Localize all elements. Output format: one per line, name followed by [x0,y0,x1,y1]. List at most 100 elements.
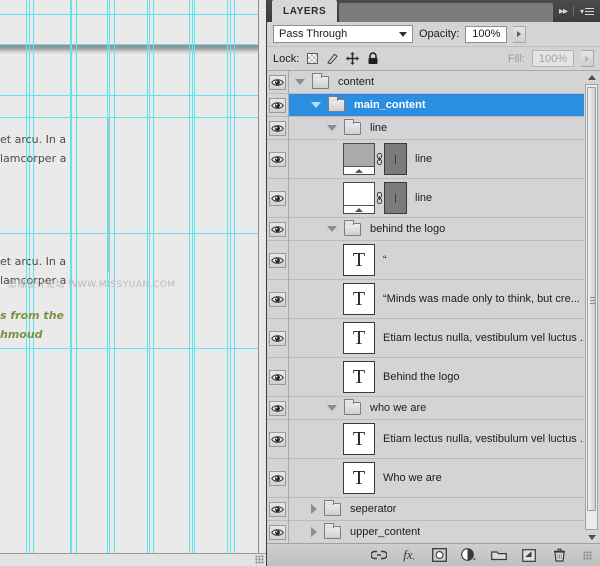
vertical-guide[interactable] [230,0,231,553]
eye-icon[interactable] [269,330,286,346]
disclosure-triangle-down-icon[interactable] [311,102,321,108]
new-layer-icon[interactable] [521,547,537,563]
disclosure-triangle-down-icon[interactable] [295,79,305,85]
eye-icon[interactable] [269,74,286,90]
double-chevron-right-icon[interactable]: ▸▸ [559,6,568,17]
text-layer-thumbnail[interactable]: T [343,361,375,393]
layer-visibility-toggle[interactable] [267,218,288,241]
eye-icon[interactable] [269,120,286,136]
horizontal-guide[interactable] [0,95,258,96]
adjustment-layer-icon[interactable] [461,547,477,563]
layer-row[interactable]: seperator [289,498,584,521]
eye-icon[interactable] [269,190,286,206]
text-layer-thumbnail[interactable]: T [343,423,375,455]
disclosure-triangle-down-icon[interactable] [327,226,337,232]
horizontal-guide[interactable] [0,117,258,118]
layer-thumbnail[interactable] [343,143,375,175]
chevron-down-icon[interactable] [399,32,407,37]
eye-icon[interactable] [269,501,286,517]
layer-row[interactable]: line [289,140,584,179]
eye-icon[interactable] [269,291,286,307]
layer-row-selected[interactable]: main_content [289,94,584,117]
horizontal-guide[interactable] [0,14,258,15]
panel-resize-grip[interactable] [583,550,592,560]
layer-mask-icon[interactable] [431,547,447,563]
layer-visibility-toggle[interactable] [267,521,288,544]
layer-mask-thumbnail[interactable] [384,182,407,214]
lock-position-icon[interactable] [346,52,360,65]
mask-link-icon[interactable] [375,192,384,204]
layer-mask-thumbnail[interactable] [384,143,407,175]
layer-visibility-toggle[interactable] [267,319,288,358]
layer-row[interactable]: T Etiam lectus nulla, vestibulum vel luct… [289,420,584,459]
layer-row[interactable]: T Etiam lectus nulla, vestibulum vel luct… [289,319,584,358]
delete-layer-icon[interactable] [551,547,567,563]
horizontal-guide[interactable] [0,348,258,349]
horizontal-guide[interactable] [0,44,258,45]
layer-row[interactable]: who we are [289,397,584,420]
eye-icon[interactable] [269,470,286,486]
scrollbar-track[interactable] [585,84,598,530]
layer-visibility-toggle[interactable] [267,280,288,319]
fill-slider-arrow[interactable] [581,50,594,67]
eye-icon[interactable] [269,524,286,540]
layer-row[interactable]: T “ [289,241,584,280]
canvas-resize-grip[interactable] [255,555,264,564]
link-layers-icon[interactable] [371,547,387,563]
vertical-guide[interactable] [192,0,193,553]
eye-icon[interactable] [269,97,286,113]
vertical-guide[interactable] [189,0,190,553]
layer-visibility-toggle[interactable] [267,498,288,521]
text-layer-thumbnail[interactable]: T [343,462,375,494]
text-layer-thumbnail[interactable]: T [343,283,375,315]
scroll-up-arrow[interactable] [585,71,598,83]
eye-icon[interactable] [269,369,286,385]
layer-row[interactable]: upper_content [289,521,584,543]
canvas-horizontal-scrollbar[interactable] [0,553,266,566]
layer-visibility-toggle[interactable] [267,459,288,498]
disclosure-triangle-down-icon[interactable] [327,125,337,131]
opacity-input[interactable]: 100% [465,25,508,43]
new-group-icon[interactable] [491,547,507,563]
disclosure-triangle-right-icon[interactable] [311,527,317,537]
layer-visibility-toggle[interactable] [267,358,288,397]
lock-image-pixels-icon[interactable] [326,52,339,65]
blend-mode-select[interactable]: Pass Through [273,25,413,43]
layer-row[interactable]: T Behind the logo [289,358,584,397]
eye-icon[interactable] [269,400,286,416]
vertical-guide[interactable] [234,0,235,553]
layer-row[interactable]: line [289,117,584,140]
fill-input[interactable]: 100% [532,50,574,67]
layers-scrollbar[interactable] [584,71,600,543]
layer-style-fx-icon[interactable]: fx, [401,547,417,563]
layer-row[interactable]: T Who we are [289,459,584,498]
document-canvas[interactable]: et arcu. In a lamcorper a et arcu. In a lam… [0,0,266,566]
layer-visibility-toggle[interactable] [267,179,288,218]
disclosure-triangle-down-icon[interactable] [327,405,337,411]
eye-icon[interactable] [269,221,286,237]
layer-visibility-toggle[interactable] [267,94,288,117]
lock-transparent-pixels-icon[interactable] [306,52,319,65]
layer-thumbnail[interactable] [343,182,375,214]
vertical-guide[interactable] [194,0,195,553]
text-layer-thumbnail[interactable]: T [343,244,375,276]
eye-icon[interactable] [269,431,286,447]
layer-visibility-toggle[interactable] [267,71,288,94]
layer-visibility-toggle[interactable] [267,420,288,459]
scrollbar-thumb[interactable] [587,87,596,511]
layer-row[interactable]: T “Minds was made only to think, but cre.… [289,280,584,319]
eye-icon[interactable] [269,252,286,268]
lock-all-icon[interactable] [366,52,379,65]
horizontal-guide[interactable] [0,233,258,234]
layer-rows[interactable]: content main_content line line line behind th… [289,71,584,543]
layer-row[interactable]: line [289,179,584,218]
disclosure-triangle-right-icon[interactable] [311,504,317,514]
opacity-slider-arrow[interactable] [513,25,527,43]
text-layer-thumbnail[interactable]: T [343,322,375,354]
mask-link-icon[interactable] [375,153,384,165]
layer-row[interactable]: content [289,71,584,94]
layer-visibility-toggle[interactable] [267,117,288,140]
scroll-down-arrow[interactable] [585,531,598,543]
eye-icon[interactable] [269,151,286,167]
tab-layers[interactable]: LAYERS [272,0,338,22]
